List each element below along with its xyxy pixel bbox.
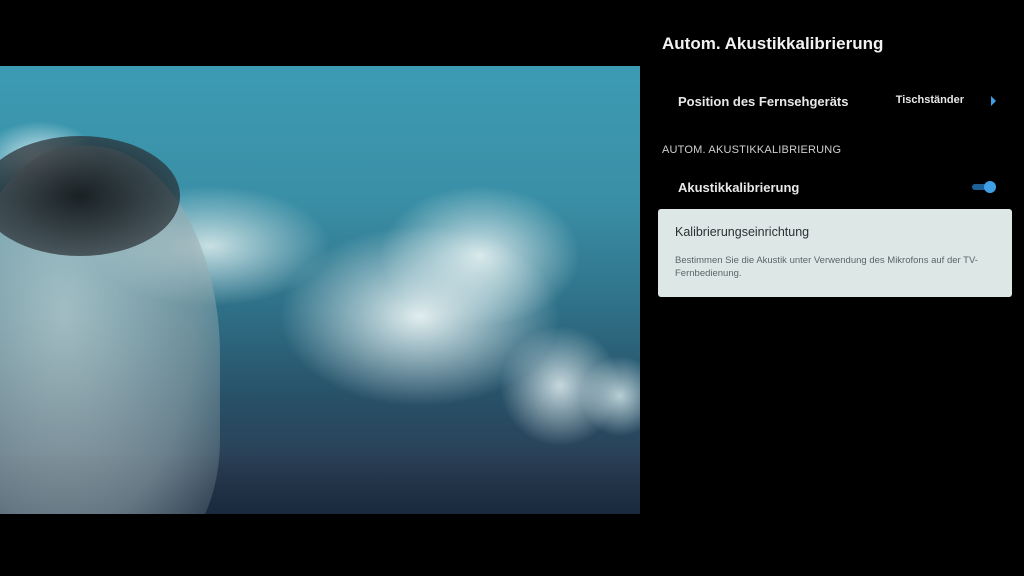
tv-position-value: Tischständer — [895, 94, 964, 106]
video-preview — [0, 66, 640, 514]
calibration-toggle-switch[interactable] — [972, 181, 996, 193]
settings-panel: Autom. Akustikkalibrierung Position des … — [642, 0, 1024, 576]
calibration-toggle-label: Akustikkalibrierung — [678, 180, 800, 195]
calibration-setup-title: Kalibrierungseinrichtung — [675, 225, 810, 239]
calibration-toggle-row[interactable]: Akustikkalibrierung — [658, 168, 1012, 208]
tv-position-label: Position des Fernsehgeräts — [678, 94, 849, 109]
toggle-knob — [984, 181, 996, 193]
tv-position-row[interactable]: Position des Fernsehgeräts Tischständer — [658, 82, 1012, 122]
calibration-setup-card[interactable]: Kalibrierungseinrichtung Bestimmen Sie d… — [658, 209, 1012, 297]
panel-title: Autom. Akustikkalibrierung — [662, 34, 884, 53]
calibration-setup-description: Bestimmen Sie die Akustik unter Verwendu… — [675, 255, 978, 279]
tv-screen: Autom. Akustikkalibrierung Position des … — [0, 0, 1024, 576]
chevron-right-icon — [991, 96, 996, 106]
section-header: AUTOM. AKUSTIKKALIBRIERUNG — [662, 144, 842, 156]
